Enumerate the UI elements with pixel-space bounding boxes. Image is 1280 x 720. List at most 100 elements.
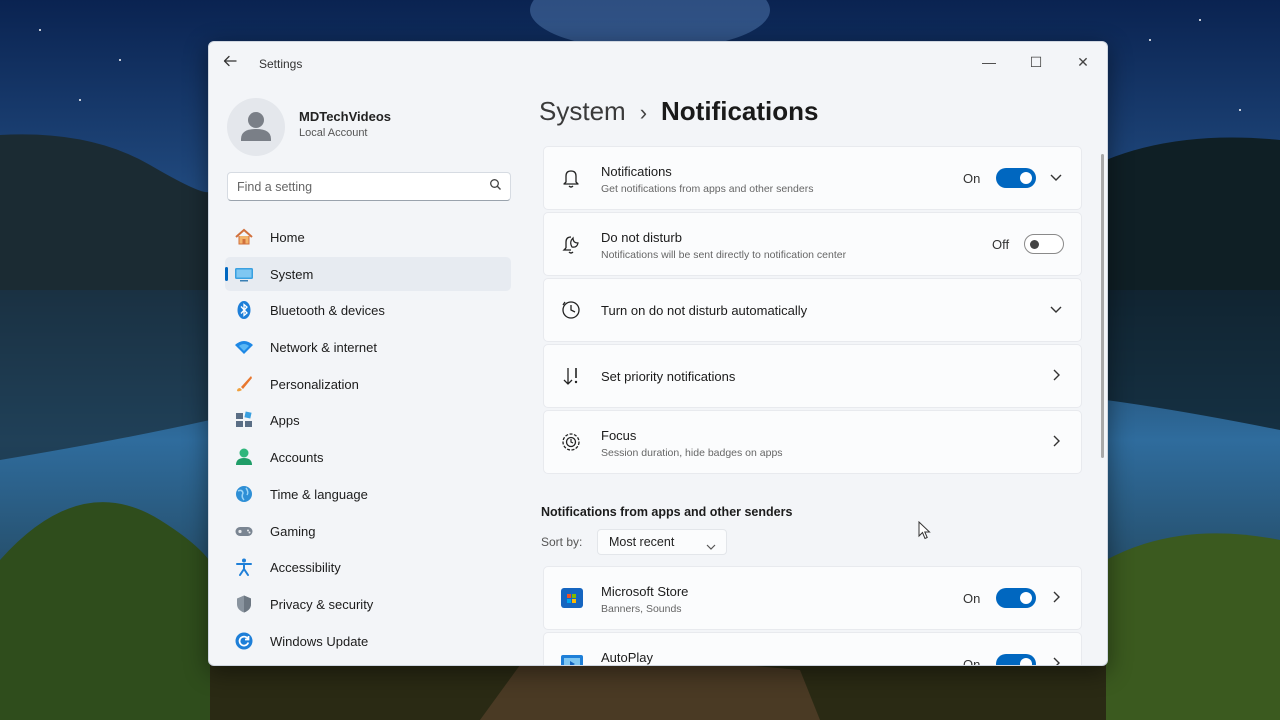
chevron-right-icon[interactable] [1049, 368, 1063, 382]
sidebar-item-label: System [270, 266, 314, 282]
sidebar-item-label: Home [270, 230, 305, 245]
sidebar-item-time-language[interactable]: Time & language [225, 477, 511, 511]
app-notification-card[interactable]: AutoPlay On [543, 632, 1082, 666]
home-icon [234, 227, 254, 247]
setting-title: Turn on do not disturb automatically [601, 303, 808, 318]
sort-by-dropdown[interactable]: Most recent [597, 529, 727, 555]
avatar [227, 98, 285, 156]
clock-icon [560, 299, 582, 321]
sidebar-item-windows-update[interactable]: Windows Update [225, 624, 511, 658]
page-title: Notifications [661, 96, 819, 126]
sidebar-item-accounts[interactable]: Accounts [225, 440, 511, 474]
toggle-state-label: On [963, 591, 981, 606]
sidebar-item-label: Network & internet [270, 340, 377, 356]
mouse-cursor-icon [918, 520, 932, 546]
app-description: Banners, Sounds [601, 603, 682, 615]
notifications-setting-card[interactable]: Notifications Get notifications from app… [543, 146, 1082, 210]
accessibility-icon [234, 557, 254, 577]
sidebar-item-label: Apps [270, 413, 300, 429]
focus-card[interactable]: Focus Session duration, hide badges on a… [543, 410, 1082, 474]
chevron-right-icon[interactable] [1049, 656, 1063, 665]
app-notification-card[interactable]: Microsoft Store Banners, Sounds On [543, 566, 1082, 630]
do-not-disturb-icon [560, 233, 582, 255]
sidebar-item-apps[interactable]: Apps [225, 403, 511, 437]
priority-notifications-card[interactable]: Set priority notifications [543, 344, 1082, 408]
system-icon [234, 264, 254, 284]
setting-title: Do not disturb [601, 230, 682, 245]
toggle-state-label: On [963, 171, 981, 186]
scrollbar[interactable] [1101, 154, 1104, 458]
sidebar-item-gaming[interactable]: Gaming [225, 514, 511, 548]
sidebar-item-label: Personalization [270, 376, 359, 392]
setting-title: Focus [601, 428, 637, 443]
sidebar-item-home[interactable]: Home [225, 220, 511, 254]
sidebar-item-bluetooth[interactable]: Bluetooth & devices [225, 293, 511, 327]
update-icon [234, 631, 254, 651]
store-icon [560, 586, 583, 608]
chevron-down-icon [706, 538, 716, 556]
focus-icon [560, 431, 582, 453]
sidebar-item-system[interactable]: System [225, 256, 511, 291]
do-not-disturb-card[interactable]: Do not disturb Notifications will be sen… [543, 212, 1082, 276]
sidebar-item-label: Accessibility [270, 560, 341, 576]
setting-title: Notifications [601, 164, 672, 179]
setting-title: Set priority notifications [601, 369, 736, 384]
wifi-icon [234, 337, 254, 357]
sidebar-item-privacy-security[interactable]: Privacy & security [225, 587, 511, 621]
globe-icon [234, 484, 254, 504]
maximize-button[interactable]: ☐ [1014, 48, 1058, 76]
priority-icon [560, 365, 582, 387]
title-bar: Settings — ☐ ✕ [209, 42, 1107, 86]
sidebar-item-label: Privacy & security [270, 596, 374, 612]
chevron-right-icon[interactable] [1049, 434, 1063, 448]
setting-description: Get notifications from apps and other se… [601, 183, 814, 195]
setting-description: Notifications will be sent directly to n… [601, 249, 847, 261]
autoplay-toggle[interactable] [996, 654, 1036, 665]
sidebar-item-personalization[interactable]: Personalization [225, 367, 511, 401]
app-name: AutoPlay [601, 650, 654, 665]
shield-icon [234, 594, 254, 614]
close-button[interactable]: ✕ [1061, 48, 1105, 76]
toggle-state-label: On [963, 657, 981, 666]
setting-description: Session duration, hide badges on apps [601, 447, 783, 459]
do-not-disturb-toggle[interactable] [1024, 234, 1064, 254]
breadcrumb: System › Notifications [539, 96, 818, 127]
dnd-automatically-card[interactable]: Turn on do not disturb automatically [543, 278, 1082, 342]
autoplay-icon [560, 652, 583, 665]
apps-icon [234, 410, 254, 430]
toggle-state-label: Off [992, 237, 1010, 252]
window-title: Settings [259, 57, 303, 71]
settings-window: Settings — ☐ ✕ MDTechVideos Local Accoun… [208, 41, 1108, 666]
search-icon[interactable] [489, 178, 502, 196]
sidebar-item-label: Bluetooth & devices [270, 303, 385, 319]
chevron-right-icon[interactable] [1049, 590, 1063, 604]
sidebar-nav: Home System Bluetooth & devices Network … [225, 220, 511, 660]
sidebar-item-label: Windows Update [270, 633, 369, 649]
section-heading: Notifications from apps and other sender… [541, 505, 793, 519]
accounts-icon [234, 447, 254, 467]
notifications-toggle[interactable] [996, 168, 1036, 188]
person-icon [241, 112, 271, 141]
brush-icon [234, 374, 254, 394]
bluetooth-icon [234, 300, 254, 320]
chevron-down-icon[interactable] [1049, 170, 1063, 184]
search-box[interactable] [227, 172, 511, 201]
sidebar-item-network[interactable]: Network & internet [225, 330, 511, 364]
breadcrumb-parent[interactable]: System [539, 96, 626, 126]
sidebar-item-accessibility[interactable]: Accessibility [225, 550, 511, 584]
sidebar-item-label: Gaming [270, 523, 316, 539]
sort-by-label: Sort by: [541, 535, 583, 549]
search-input[interactable] [228, 173, 489, 200]
microsoft-store-toggle[interactable] [996, 588, 1036, 608]
chevron-down-icon[interactable] [1049, 302, 1063, 316]
sidebar-item-label: Accounts [270, 450, 324, 466]
breadcrumb-separator: › [639, 100, 648, 125]
app-name: Microsoft Store [601, 584, 689, 599]
back-arrow-icon[interactable] [223, 54, 237, 73]
account-type: Local Account [299, 127, 368, 139]
sort-by-value: Most recent [609, 535, 675, 549]
minimize-button[interactable]: — [967, 48, 1011, 76]
gaming-icon [234, 521, 254, 541]
sidebar-item-label: Time & language [270, 486, 368, 502]
account-name: MDTechVideos [299, 109, 391, 124]
